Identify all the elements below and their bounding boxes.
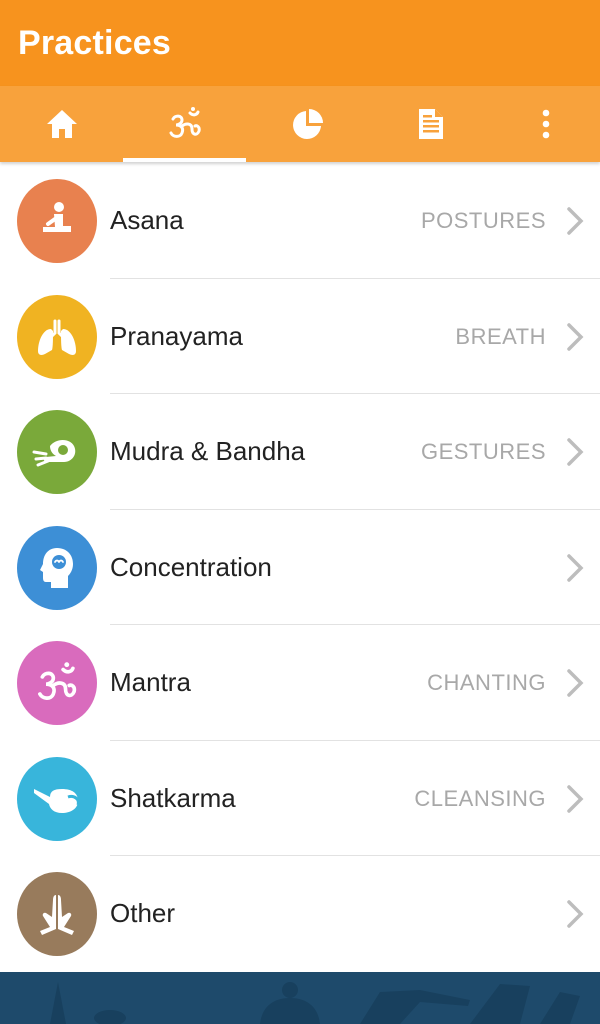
chevron-right-icon (567, 669, 584, 697)
head-icon (17, 525, 97, 610)
list-item-label: Mudra & Bandha (110, 436, 306, 466)
footer-banner (0, 972, 600, 1024)
list-item-shatkarma[interactable]: Shatkarma CLEANSING (0, 741, 600, 856)
chevron-right-icon (567, 900, 584, 928)
yoga-silhouettes-illustration (50, 982, 580, 1024)
tab-practices[interactable] (123, 86, 246, 162)
list-item-asana[interactable]: Asana POSTURES (0, 163, 600, 279)
chevron-right-icon (567, 553, 584, 582)
tab-bar (0, 86, 600, 162)
list-item-other[interactable]: Other (0, 856, 600, 972)
tab-stats[interactable] (246, 86, 369, 162)
list-item-tag: POSTURES (420, 208, 546, 233)
chevron-right-icon (567, 438, 584, 466)
home-icon (46, 110, 77, 138)
list-item-label: Concentration (110, 551, 272, 582)
hand-gesture-icon (17, 410, 97, 494)
seated-posture-icon (17, 179, 97, 263)
list-item-tag: CHANTING (427, 670, 546, 695)
list-item-tag: CLEANSING (414, 785, 546, 811)
neti-pot-icon (17, 756, 97, 841)
list-item-pranayama[interactable]: Pranayama BREATH (0, 279, 600, 394)
practice-list: Asana POSTURES Pranayama BREATH Mudra & … (0, 163, 600, 972)
app-bar: Practices (0, 0, 600, 86)
list-item-concentration[interactable]: Concentration (0, 510, 600, 625)
lungs-icon (17, 294, 97, 379)
list-item-label: Asana (110, 205, 184, 235)
praying-hands-icon (17, 872, 97, 956)
list-item-label: Shatkarma (110, 782, 236, 813)
more-vert-icon (542, 109, 550, 139)
pie-chart-icon (292, 109, 323, 139)
list-item-mantra[interactable]: Mantra CHANTING (0, 625, 600, 741)
list-item-tag: BREATH (455, 323, 546, 349)
tab-home[interactable] (0, 86, 123, 162)
chevron-right-icon (567, 784, 584, 813)
page-title: Practices (18, 23, 172, 62)
tab-notes[interactable] (369, 86, 492, 162)
list-item-label: Pranayama (110, 320, 243, 351)
list-item-label: Other (110, 898, 176, 928)
list-item-label: Mantra (110, 667, 191, 697)
om-icon (169, 107, 201, 138)
tab-more[interactable] (492, 86, 600, 162)
om-icon (17, 641, 97, 725)
document-icon (418, 109, 443, 139)
chevron-right-icon (567, 207, 584, 235)
list-item-mudra-bandha[interactable]: Mudra & Bandha GESTURES (0, 394, 600, 510)
chevron-right-icon (567, 322, 584, 351)
list-item-tag: GESTURES (420, 439, 546, 464)
